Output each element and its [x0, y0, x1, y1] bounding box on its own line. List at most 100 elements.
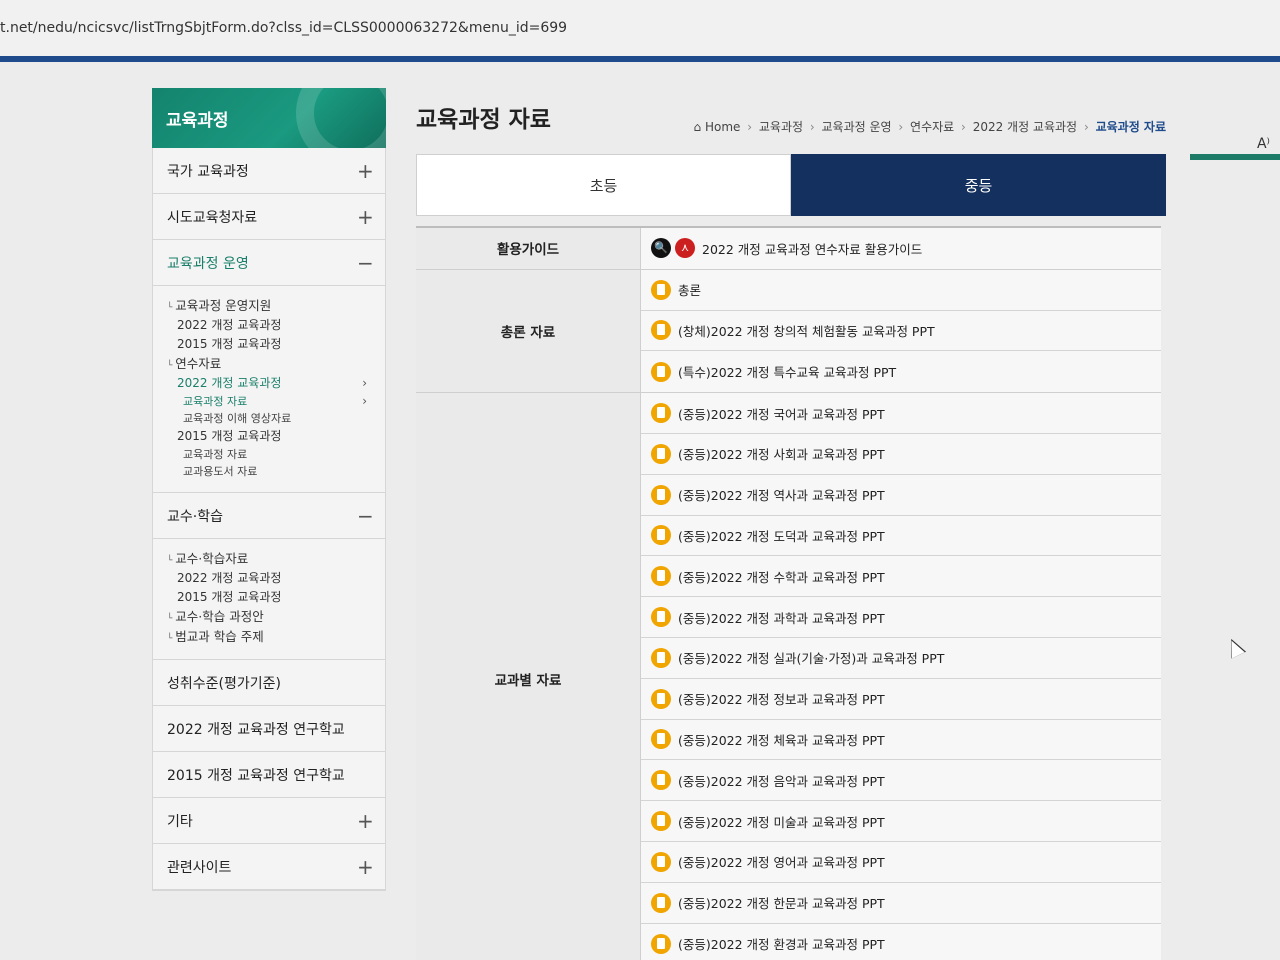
- breadcrumb-link[interactable]: 2022 개정 교육과정: [973, 120, 1077, 134]
- item-title[interactable]: 총론: [678, 280, 701, 299]
- list-item[interactable]: (중등)2022 개정 역사과 교육과정 PPT: [641, 475, 1161, 516]
- file-download-icon[interactable]: [651, 933, 671, 954]
- file-download-icon[interactable]: [651, 811, 671, 832]
- item-title[interactable]: (중등)2022 개정 사회과 교육과정 PPT: [678, 444, 885, 463]
- file-download-icon[interactable]: [651, 403, 671, 424]
- submenu-link[interactable]: 범교과 학습 주제: [167, 627, 375, 647]
- list-item[interactable]: 🔍 ⋏ 2022 개정 교육과정 연수자료 활용가이드: [641, 228, 1161, 269]
- item-title[interactable]: (중등)2022 개정 환경과 교육과정 PPT: [678, 934, 885, 953]
- file-download-icon[interactable]: [651, 892, 671, 913]
- file-download-icon[interactable]: [651, 525, 671, 546]
- item-title[interactable]: 2022 개정 교육과정 연수자료 활용가이드: [702, 239, 922, 258]
- item-title[interactable]: (특수)2022 개정 특수교육 교육과정 PPT: [678, 362, 896, 381]
- item-title[interactable]: (중등)2022 개정 수학과 교육과정 PPT: [678, 567, 885, 586]
- item-title[interactable]: (중등)2022 개정 한문과 교육과정 PPT: [678, 893, 885, 912]
- sidebar-item-related-sites[interactable]: 관련사이트 +: [153, 844, 385, 890]
- file-download-icon[interactable]: [651, 607, 671, 628]
- list-item[interactable]: (중등)2022 개정 영어과 교육과정 PPT: [641, 842, 1161, 883]
- sidebar-item-label: 2022 개정 교육과정 연구학교: [167, 721, 345, 738]
- breadcrumb-link[interactable]: 연수자료: [910, 120, 954, 134]
- sidebar-item-2015-research-school[interactable]: 2015 개정 교육과정 연구학교: [153, 752, 385, 798]
- browser-address-bar[interactable]: t.net/nedu/ncicsvc/listTrngSbjtForm.do?c…: [0, 0, 1280, 60]
- submenu-link[interactable]: 교육과정 자료: [167, 446, 375, 463]
- item-title[interactable]: (중등)2022 개정 체육과 교육과정 PPT: [678, 730, 885, 749]
- pdf-icon[interactable]: ⋏: [675, 238, 695, 259]
- font-size-icon[interactable]: A⁾: [1257, 136, 1270, 152]
- item-title[interactable]: (중등)2022 개정 실과(기술·가정)과 교육과정 PPT: [678, 648, 944, 667]
- submenu-link[interactable]: 연수자료: [167, 354, 375, 374]
- list-item[interactable]: (특수)2022 개정 특수교육 교육과정 PPT: [641, 351, 1161, 392]
- item-title[interactable]: (중등)2022 개정 정보과 교육과정 PPT: [678, 689, 885, 708]
- item-title[interactable]: (중등)2022 개정 도덕과 교육과정 PPT: [678, 526, 885, 545]
- breadcrumb-link[interactable]: 교육과정 운영: [822, 120, 892, 134]
- breadcrumb-link[interactable]: Home: [705, 120, 740, 134]
- file-download-icon[interactable]: [651, 320, 671, 341]
- tab-elementary[interactable]: 초등: [416, 154, 791, 216]
- list-item[interactable]: (중등)2022 개정 도덕과 교육과정 PPT: [641, 516, 1161, 557]
- file-download-icon[interactable]: [651, 279, 671, 300]
- plus-icon[interactable]: +: [357, 207, 374, 227]
- sidebar-item-etc[interactable]: 기타 +: [153, 798, 385, 844]
- list-item[interactable]: (중등)2022 개정 체육과 교육과정 PPT: [641, 720, 1161, 761]
- item-title[interactable]: (중등)2022 개정 음악과 교육과정 PPT: [678, 771, 885, 790]
- home-icon[interactable]: ⌂: [694, 120, 702, 134]
- submenu-link-active[interactable]: 2022 개정 교육과정 ›: [167, 374, 375, 393]
- submenu-link[interactable]: 2015 개정 교육과정: [167, 427, 375, 446]
- item-title[interactable]: (중등)2022 개정 과학과 교육과정 PPT: [678, 608, 885, 627]
- list-item[interactable]: (중등)2022 개정 실과(기술·가정)과 교육과정 PPT: [641, 638, 1161, 679]
- list-item[interactable]: (중등)2022 개정 한문과 교육과정 PPT: [641, 883, 1161, 924]
- tab-secondary[interactable]: 중등: [791, 154, 1166, 216]
- item-title[interactable]: (중등)2022 개정 영어과 교육과정 PPT: [678, 852, 885, 871]
- file-download-icon[interactable]: [651, 361, 671, 382]
- list-item[interactable]: (중등)2022 개정 미술과 교육과정 PPT: [641, 801, 1161, 842]
- file-download-icon[interactable]: [651, 566, 671, 587]
- list-item[interactable]: (중등)2022 개정 환경과 교육과정 PPT: [641, 924, 1161, 960]
- list-item[interactable]: (중등)2022 개정 사회과 교육과정 PPT: [641, 434, 1161, 475]
- list-item[interactable]: (중등)2022 개정 국어과 교육과정 PPT: [641, 393, 1161, 434]
- url-text[interactable]: t.net/nedu/ncicsvc/listTrngSbjtForm.do?c…: [0, 20, 567, 36]
- minus-icon[interactable]: −: [357, 506, 374, 526]
- item-title[interactable]: (중등)2022 개정 미술과 교육과정 PPT: [678, 812, 885, 831]
- file-download-icon[interactable]: [651, 770, 671, 791]
- sidebar-item-provincial-materials[interactable]: 시도교육청자료 +: [153, 194, 385, 240]
- plus-icon[interactable]: +: [357, 811, 374, 831]
- submenu-link[interactable]: 교육과정 이해 영상자료: [167, 410, 375, 427]
- submenu-link[interactable]: 교육과정 운영지원: [167, 296, 375, 316]
- submenu-link[interactable]: 교과용도서 자료: [167, 463, 375, 480]
- plus-icon[interactable]: +: [357, 161, 374, 181]
- breadcrumb-separator: ›: [809, 120, 815, 134]
- submenu-link[interactable]: 2015 개정 교육과정: [167, 335, 375, 354]
- list-item[interactable]: (중등)2022 개정 과학과 교육과정 PPT: [641, 597, 1161, 638]
- sidebar-item-curriculum-operation[interactable]: 교육과정 운영 −: [153, 240, 385, 286]
- minus-icon[interactable]: −: [357, 253, 374, 273]
- breadcrumb-link[interactable]: 교육과정: [759, 120, 803, 134]
- submenu-link[interactable]: 2015 개정 교육과정: [167, 588, 375, 607]
- item-title[interactable]: (창체)2022 개정 창의적 체험활동 교육과정 PPT: [678, 321, 935, 340]
- file-download-icon[interactable]: [651, 688, 671, 709]
- item-title[interactable]: (중등)2022 개정 국어과 교육과정 PPT: [678, 404, 885, 423]
- file-download-icon[interactable]: [651, 443, 671, 464]
- submenu-link-active[interactable]: 교육과정 자료 ›: [167, 393, 375, 410]
- sidebar-item-teaching[interactable]: 교수·학습 −: [153, 493, 385, 539]
- sidebar-item-national-curriculum[interactable]: 국가 교육과정 +: [153, 148, 385, 194]
- search-icon[interactable]: 🔍: [651, 238, 671, 259]
- list-item[interactable]: (중등)2022 개정 정보과 교육과정 PPT: [641, 679, 1161, 720]
- sidebar-item-achievement-standards[interactable]: 성취수준(평가기준): [153, 660, 385, 706]
- submenu-link[interactable]: 교수·학습 과정안: [167, 607, 375, 627]
- group-subject: 교과별 자료 (중등)2022 개정 국어과 교육과정 PPT (중등)2022 …: [416, 393, 1161, 960]
- file-download-icon[interactable]: [651, 647, 671, 668]
- list-item[interactable]: 총론: [641, 270, 1161, 311]
- header-accent-bar-green: [1190, 154, 1280, 160]
- submenu-link[interactable]: 2022 개정 교육과정: [167, 316, 375, 335]
- list-item[interactable]: (중등)2022 개정 수학과 교육과정 PPT: [641, 556, 1161, 598]
- list-item[interactable]: (중등)2022 개정 음악과 교육과정 PPT: [641, 760, 1161, 802]
- plus-icon[interactable]: +: [357, 857, 374, 877]
- submenu-link[interactable]: 2022 개정 교육과정: [167, 569, 375, 588]
- file-download-icon[interactable]: [651, 851, 671, 872]
- submenu-link[interactable]: 교수·학습자료: [167, 549, 375, 569]
- file-download-icon[interactable]: [651, 484, 671, 505]
- file-download-icon[interactable]: [651, 729, 671, 750]
- list-item[interactable]: (창체)2022 개정 창의적 체험활동 교육과정 PPT: [641, 311, 1161, 352]
- item-title[interactable]: (중등)2022 개정 역사과 교육과정 PPT: [678, 485, 885, 504]
- sidebar-item-2022-research-school[interactable]: 2022 개정 교육과정 연구학교: [153, 706, 385, 752]
